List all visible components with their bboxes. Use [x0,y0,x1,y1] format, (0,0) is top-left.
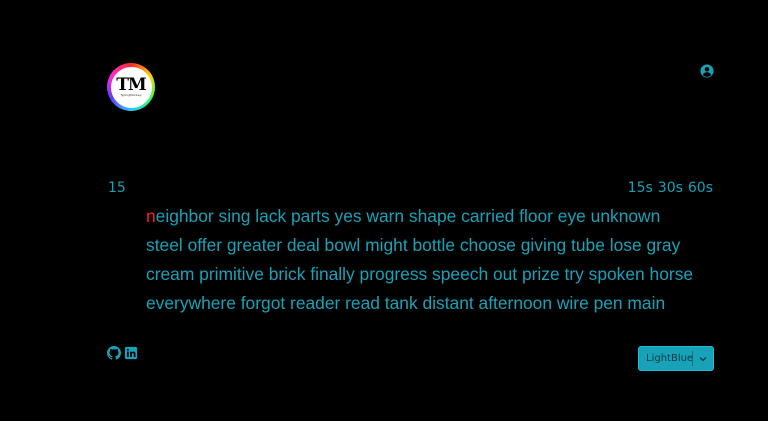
social-links [107,346,138,360]
time-options: 15s 30s 60s [628,180,713,196]
logo-mark: TM [116,75,146,95]
word-line-3: cream primitive brick finally progress s… [146,264,694,284]
chevron-down-icon [699,356,707,361]
word-counter: 15 [108,180,126,196]
theme-label: LightBlue [646,353,694,364]
word-line-4: everywhere forgot reader read tank dista… [146,293,666,313]
logo-badge: TM TypingMonkey [110,66,152,108]
word-line-1-text: eighbor sing lack parts yes warn shape c… [155,206,661,226]
word-line-1: neighbor sing lack parts yes warn shape … [146,202,686,231]
linkedin-icon[interactable] [124,346,138,360]
word-line-2: steel offer greater deal bowl might bott… [146,235,681,255]
current-character: n [146,206,156,226]
time-option-60s[interactable]: 60s [688,180,713,196]
theme-divider [692,351,693,366]
logo-subtitle: TypingMonkey [120,93,142,97]
user-circle-icon[interactable] [700,64,714,78]
theme-selector-button[interactable]: LightBlue [638,346,714,371]
time-option-30s[interactable]: 30s [658,180,683,196]
github-icon[interactable] [107,346,121,360]
time-option-15s[interactable]: 15s [628,180,653,196]
logo[interactable]: TM TypingMonkey [107,63,155,111]
theme-caret[interactable] [693,356,713,362]
typing-area[interactable]: neighbor sing lack parts yes warn shape … [146,202,694,318]
